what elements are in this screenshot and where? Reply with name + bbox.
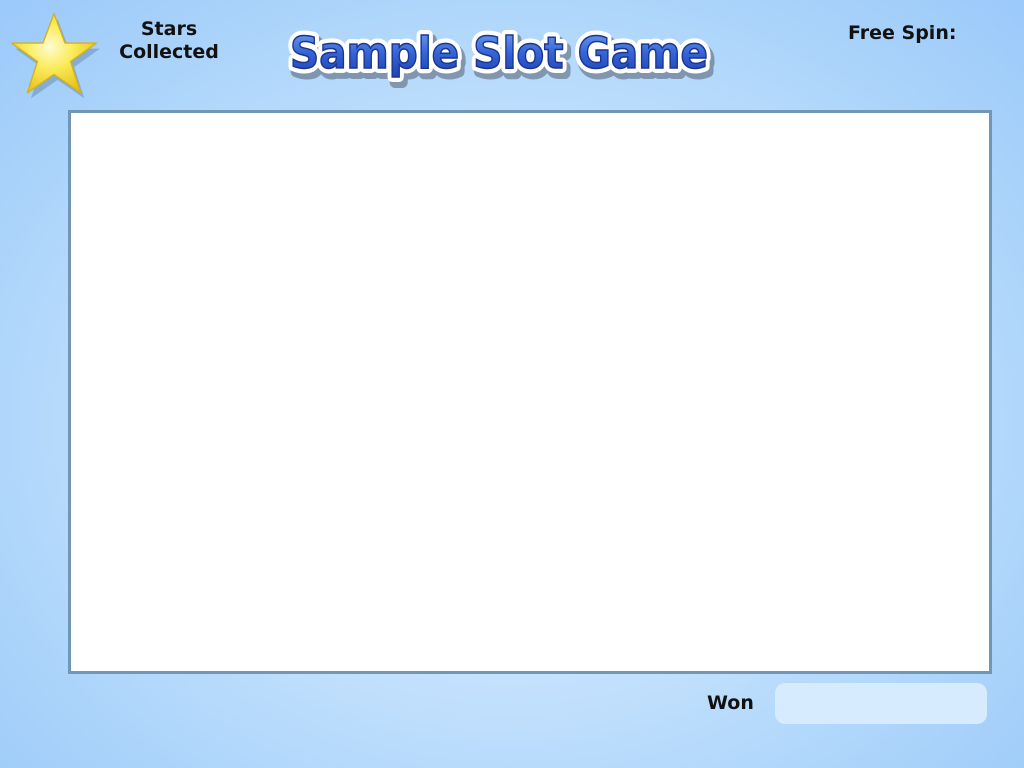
star-icon <box>10 12 100 99</box>
won-label: Won <box>707 692 754 714</box>
slot-reel-area[interactable] <box>68 110 992 674</box>
stars-label-line2: Collected <box>119 41 219 63</box>
free-spin-label: Free Spin: <box>848 22 957 44</box>
won-amount-field <box>775 683 987 724</box>
game-title-logo: Sample Slot Game Sample Slot Game Sample… <box>285 23 717 88</box>
stars-collected-label: Stars Collected <box>110 18 228 64</box>
game-title: Sample Slot Game <box>290 28 708 79</box>
stars-label-line1: Stars <box>140 18 198 40</box>
